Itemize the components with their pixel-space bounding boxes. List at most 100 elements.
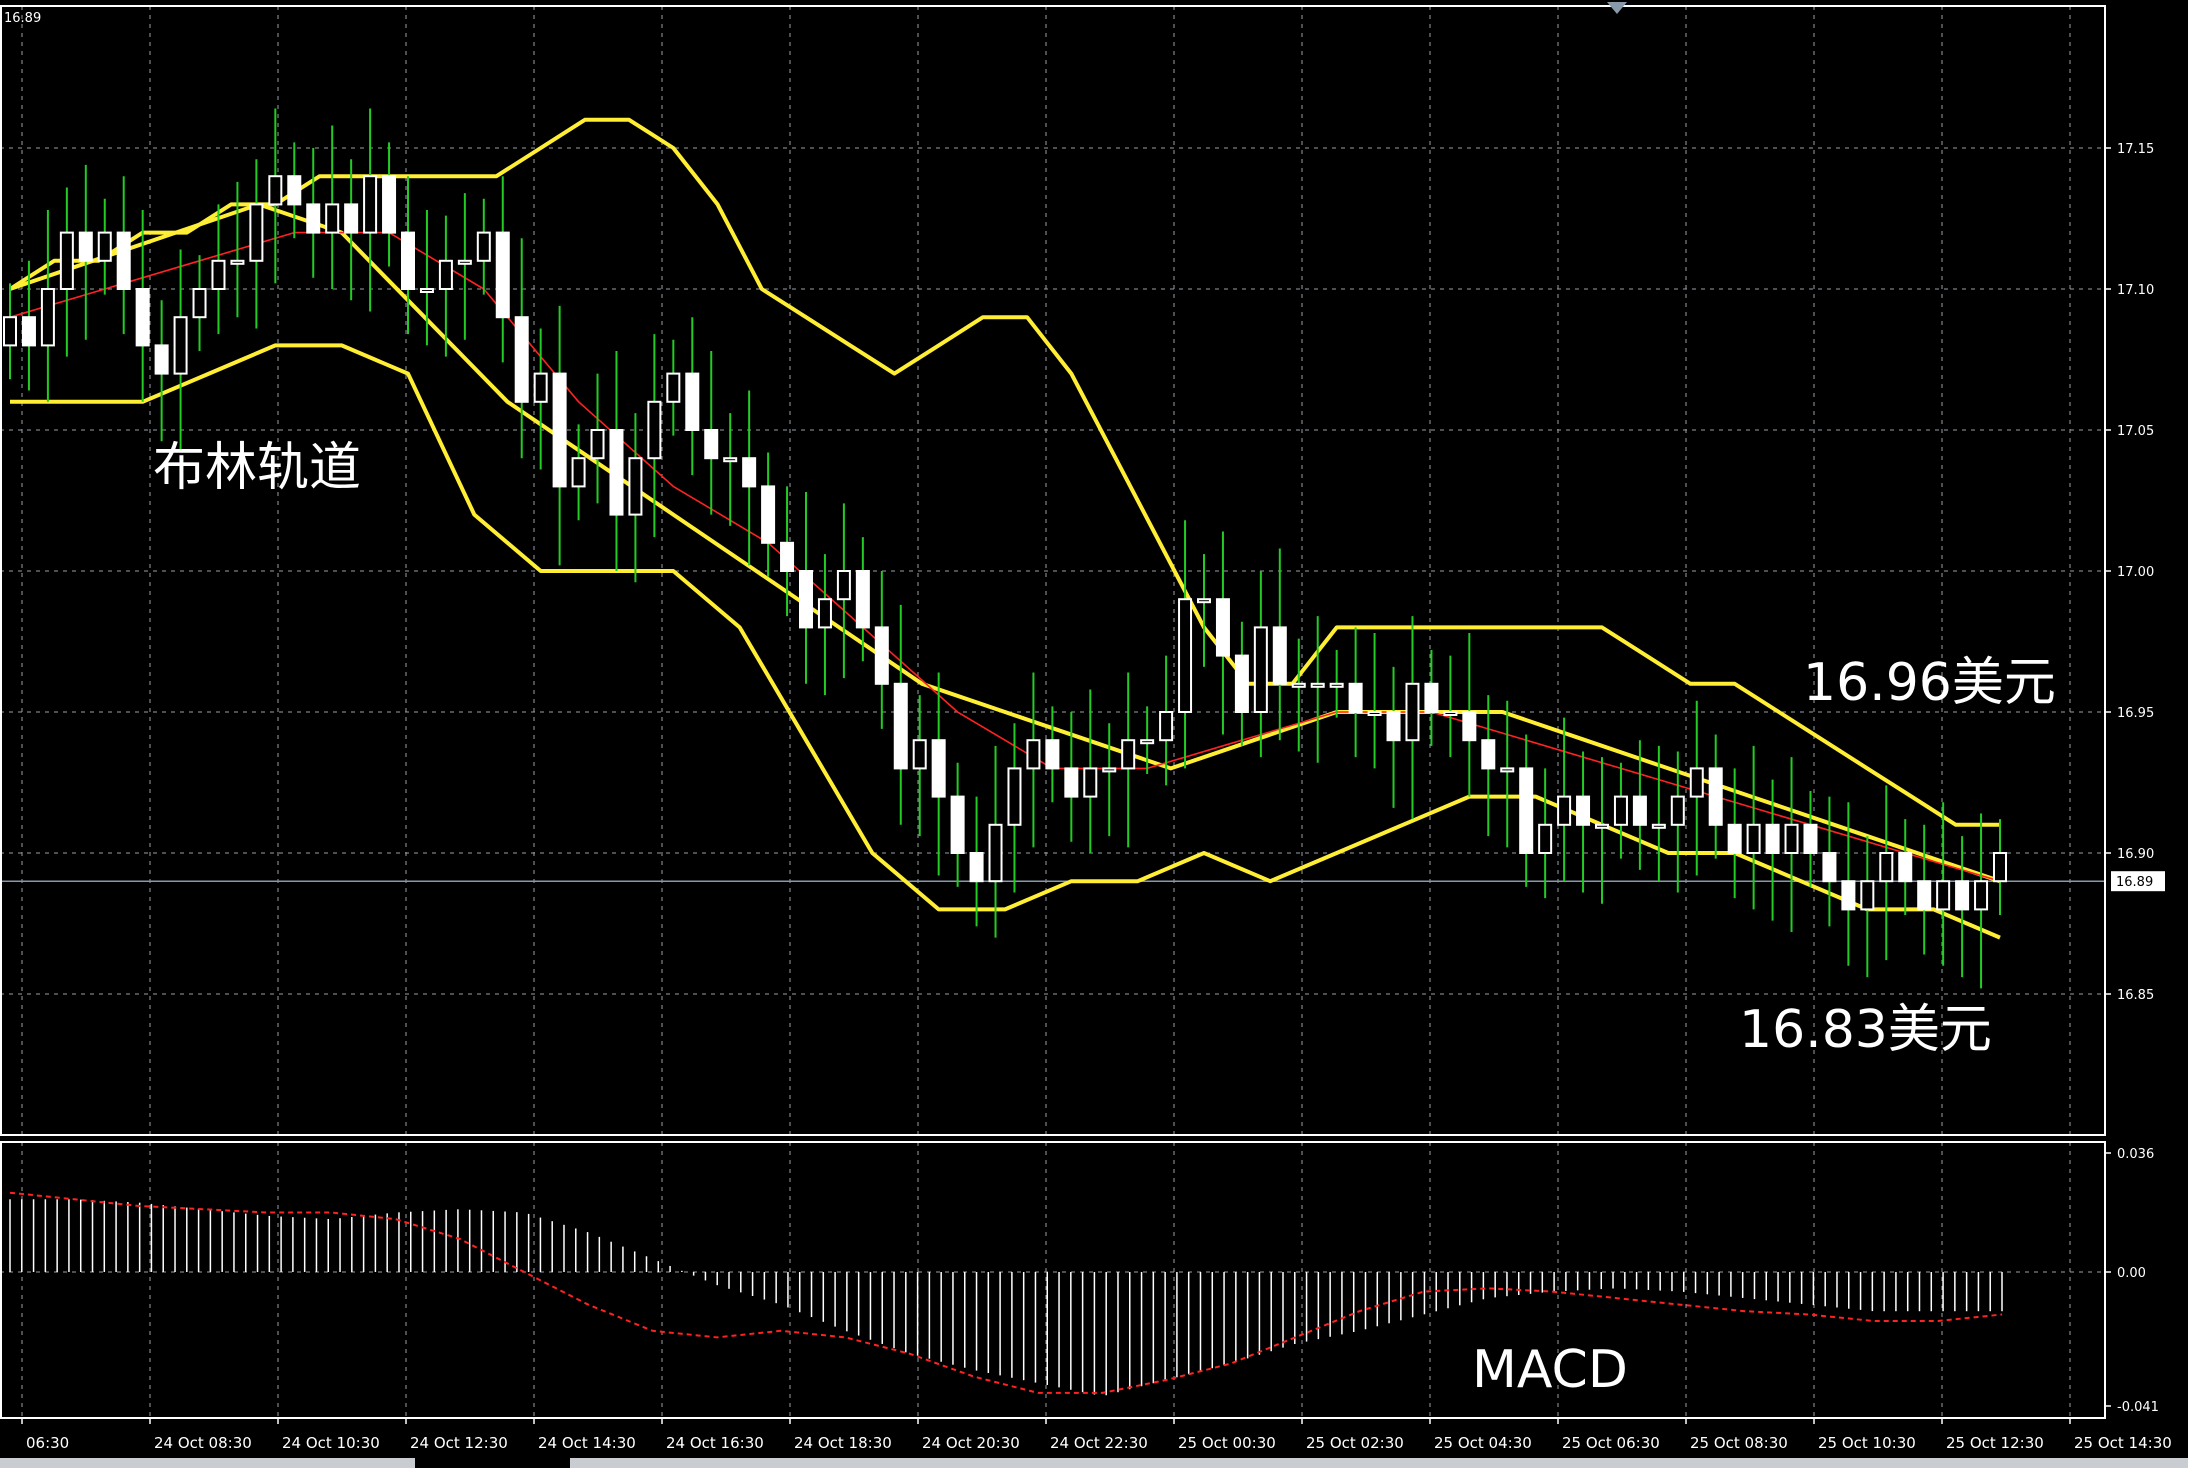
candle-body-bear xyxy=(1632,795,1647,826)
time-tick-label: 24 Oct 16:30 xyxy=(666,1434,764,1452)
candle-body-bull xyxy=(1936,880,1951,911)
candle-body-bear xyxy=(552,372,567,488)
candle-body-bull xyxy=(59,231,74,291)
candle-body-bull xyxy=(1784,823,1799,854)
candle-body-bull xyxy=(1253,626,1268,714)
time-tick-label: 06:30 xyxy=(26,1434,69,1452)
macd-tick-label: 0.036 xyxy=(2117,1147,2154,1162)
time-tick-label: 24 Oct 20:30 xyxy=(922,1434,1020,1452)
candle-body-bull xyxy=(1879,852,1894,883)
time-tick-label: 24 Oct 08:30 xyxy=(154,1434,252,1452)
candle-body-bull xyxy=(1670,795,1685,826)
candle-body-bull xyxy=(1310,682,1325,688)
candle-body-bull xyxy=(1746,823,1761,854)
candle-body-bull xyxy=(571,457,586,488)
candle-body-bull xyxy=(3,316,17,347)
price-tick-label: 16.90 xyxy=(2117,847,2154,862)
macd-label: MACD xyxy=(1472,1340,1628,1400)
candle-body-bear xyxy=(116,231,131,291)
candle-body-bull xyxy=(419,288,434,293)
candle-body-bear xyxy=(1386,711,1401,742)
candle-body-bear xyxy=(1917,880,1932,911)
upper-price-label: 16.96美元 xyxy=(1803,653,2056,713)
candle-body-bull xyxy=(1026,739,1041,770)
horizontal-scrollbar xyxy=(0,1458,415,1468)
time-tick-label: 24 Oct 18:30 xyxy=(794,1434,892,1452)
candle-body-bear xyxy=(1064,767,1079,798)
candle-body-bull xyxy=(457,259,472,265)
candle-body-bear xyxy=(969,852,984,883)
candle-body-bull xyxy=(1291,682,1306,688)
price-tick-label: 17.00 xyxy=(2117,565,2154,580)
candle-body-bear xyxy=(761,485,776,544)
candle-body-bull xyxy=(1538,823,1553,854)
candle-body-bear xyxy=(1481,739,1496,770)
candle-body-bull xyxy=(1197,598,1211,604)
time-tick-label: 25 Oct 06:30 xyxy=(1562,1434,1660,1452)
candle-body-bull xyxy=(1083,767,1098,798)
candle-body-bear xyxy=(874,626,889,685)
candle-body-bear xyxy=(78,231,93,262)
candle-body-bear xyxy=(1727,823,1742,854)
candle-body-bull xyxy=(590,429,605,460)
candle-body-bull xyxy=(1993,852,2007,883)
candle-body-bull xyxy=(1405,682,1420,742)
candle-body-bull xyxy=(1121,739,1136,770)
price-tick-label: 17.10 xyxy=(2117,283,2154,298)
candle-body-bear xyxy=(1765,823,1780,854)
candle-body-bull xyxy=(1367,711,1382,716)
candle-body-bull xyxy=(666,372,681,403)
macd-tick-label: 0.00 xyxy=(2117,1266,2146,1281)
candle-body-bear xyxy=(1519,767,1534,855)
candle-body-bull xyxy=(1500,767,1515,773)
candle-body-bear xyxy=(799,570,813,629)
time-tick-label: 25 Oct 08:30 xyxy=(1690,1434,1788,1452)
time-tick-label: 25 Oct 04:30 xyxy=(1434,1434,1532,1452)
price-tick-label: 17.15 xyxy=(2117,142,2154,157)
time-tick-label: 25 Oct 00:30 xyxy=(1178,1434,1276,1452)
candle-body-bull xyxy=(230,259,245,265)
candle-body-bear xyxy=(154,344,169,375)
candle-body-bear xyxy=(742,457,757,488)
candle-body-bear xyxy=(495,231,510,319)
candle-body-bear xyxy=(1045,739,1060,770)
candle-body-bull xyxy=(211,259,226,290)
horizontal-scrollbar-track xyxy=(570,1458,2188,1468)
candle-body-bear xyxy=(609,429,624,516)
candle-body-bear xyxy=(1272,626,1287,685)
candle-body-bear xyxy=(1348,682,1363,713)
time-tick-label: 24 Oct 14:30 xyxy=(538,1434,636,1452)
price-tick-label: 16.95 xyxy=(2117,706,2154,721)
candle-body-bear xyxy=(1822,852,1837,883)
candle-body-bull xyxy=(268,175,283,206)
candle-body-bear xyxy=(514,316,529,403)
time-tick-label: 25 Oct 14:30 xyxy=(2074,1434,2172,1452)
lower-price-label: 16.83美元 xyxy=(1739,1000,1992,1060)
candle-body-bull xyxy=(836,570,851,601)
candle-body-bull xyxy=(1102,767,1117,773)
candle-body-bear xyxy=(1234,654,1249,713)
candle-body-bear xyxy=(855,570,870,629)
candle-body-bull xyxy=(1595,823,1609,829)
candle-body-bull xyxy=(1651,823,1666,829)
candle-body-bull xyxy=(40,288,55,347)
candle-body-bull xyxy=(1329,682,1344,688)
candle-body-bull xyxy=(723,457,738,463)
current-price-label: 16.89 xyxy=(2116,875,2153,890)
price-tick-label: 17.05 xyxy=(2117,424,2154,439)
candle-body-bull xyxy=(1613,795,1628,826)
candle-body-bear xyxy=(1841,880,1856,911)
time-tick-label: 24 Oct 22:30 xyxy=(1050,1434,1148,1452)
candle-body-bull xyxy=(1974,880,1989,911)
candle-body-bear xyxy=(135,288,150,347)
candle-body-bull xyxy=(192,288,207,319)
candle-body-bear xyxy=(1576,795,1591,826)
candle-body-bull xyxy=(1159,711,1174,742)
candle-body-bull xyxy=(647,400,662,460)
price-chart[interactable]: 17.15 17.10 17.05 17.00 16.95 16.90 16.85 16.89… xyxy=(0,0,2188,1468)
candle-body-bear xyxy=(704,429,719,460)
candle-body-bear xyxy=(950,795,965,854)
candle-body-bull xyxy=(1860,880,1875,911)
candle-body-bear xyxy=(685,372,700,432)
candle-body-bull xyxy=(476,231,491,262)
